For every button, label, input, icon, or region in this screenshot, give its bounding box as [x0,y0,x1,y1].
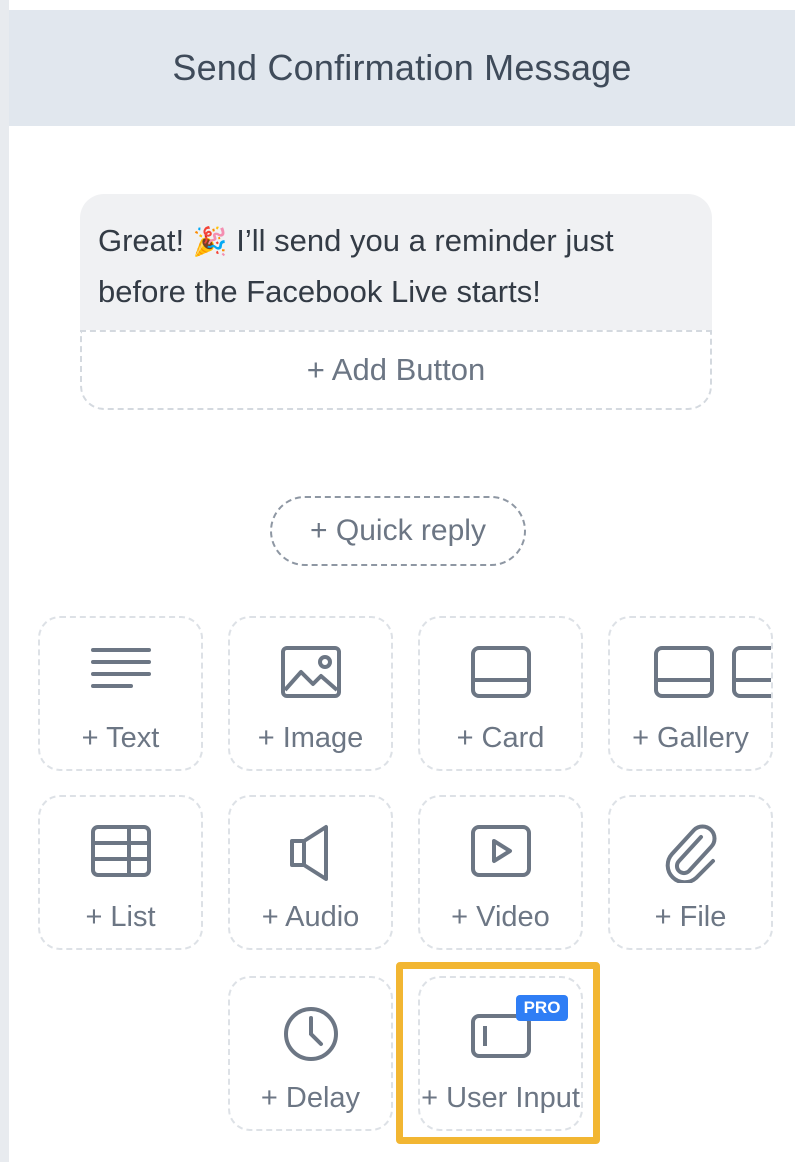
image-icon [280,646,341,698]
paperclip-icon [665,824,716,883]
add-video-tile[interactable]: + Video [418,795,583,950]
add-list-tile[interactable]: + List [38,795,203,950]
add-video-label: + Video [451,901,550,933]
add-card-tile[interactable]: + Card [418,616,583,771]
add-delay-label: + Delay [260,1082,361,1114]
add-file-tile[interactable]: + File [608,795,773,950]
gallery-icon [654,646,771,698]
card-icon [470,646,531,698]
list-icon [90,825,151,877]
add-text-label: + Text [81,722,160,754]
add-delay-tile[interactable]: + Delay [228,976,393,1131]
add-file-label: + File [654,901,727,933]
add-button-button[interactable]: + Add Button [80,330,712,410]
speaker-icon [289,825,328,881]
clock-icon [283,1007,338,1061]
quick-reply-button[interactable]: + Quick reply [270,496,526,566]
add-card-label: + Card [456,722,545,754]
message-bubble[interactable]: Great! 🎉 I’ll send you a reminder just b… [80,194,712,410]
text-lines-icon [90,648,151,688]
panel-header: Send Confirmation Message [9,10,795,126]
add-text-tile[interactable]: + Text [38,616,203,771]
video-play-icon [470,825,531,877]
add-image-label: + Image [257,722,364,754]
user-input-highlight [396,962,600,1144]
panel-title: Send Confirmation Message [172,47,632,88]
add-list-label: + List [85,901,156,933]
add-gallery-label: + Gallery [632,722,749,754]
message-text-start: Great! [98,223,193,258]
message-text[interactable]: Great! 🎉 I’ll send you a reminder just b… [80,194,712,330]
left-rail [0,0,9,1162]
add-gallery-tile[interactable]: + Gallery [608,616,773,771]
add-audio-tile[interactable]: + Audio [228,795,393,950]
add-image-tile[interactable]: + Image [228,616,393,771]
add-audio-label: + Audio [261,901,360,933]
party-popper-emoji: 🎉 [192,226,228,257]
